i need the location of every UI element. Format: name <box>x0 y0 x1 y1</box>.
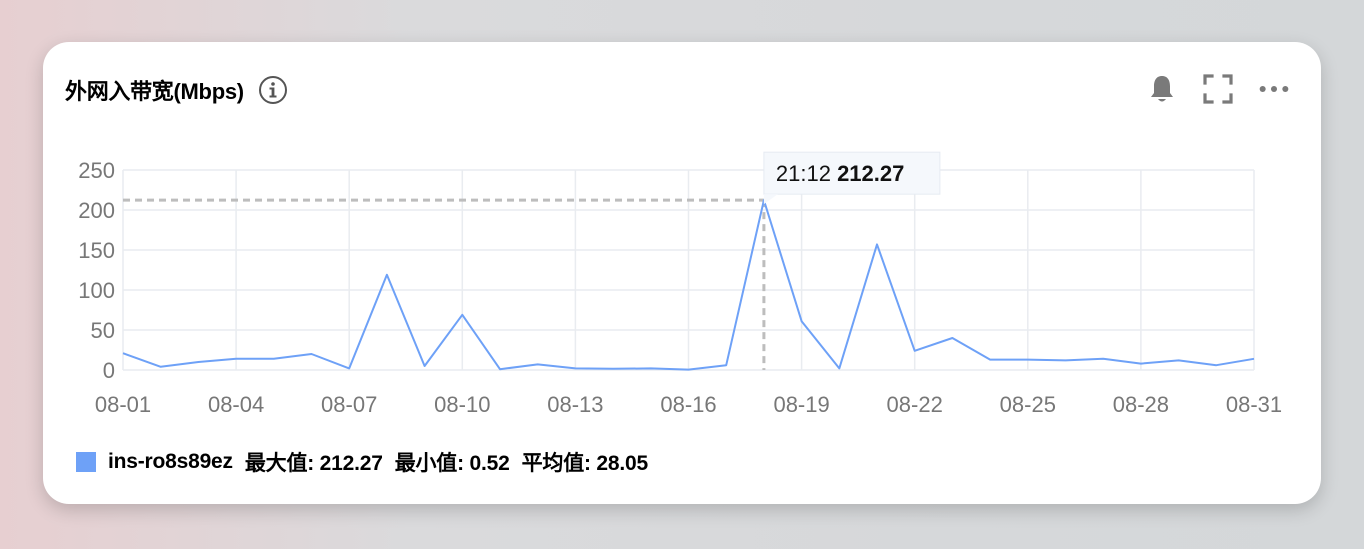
data-point[interactable] <box>1138 361 1143 366</box>
data-point[interactable] <box>535 362 540 367</box>
y-tick-label: 100 <box>78 278 115 303</box>
data-point[interactable] <box>1101 356 1106 361</box>
data-point[interactable] <box>121 351 126 356</box>
data-point[interactable] <box>309 352 314 357</box>
x-tick-label: 08-22 <box>887 392 943 417</box>
data-point[interactable] <box>1214 363 1219 368</box>
legend-swatch[interactable] <box>76 452 96 472</box>
x-tick-label: 08-07 <box>321 392 377 417</box>
data-point[interactable] <box>573 366 578 371</box>
data-point[interactable] <box>799 319 804 324</box>
data-point[interactable] <box>988 357 993 362</box>
x-tick-label: 08-01 <box>95 392 151 417</box>
data-point[interactable] <box>422 364 427 369</box>
y-tick-label: 200 <box>78 198 115 223</box>
data-point[interactable] <box>724 363 729 368</box>
data-point[interactable] <box>686 367 691 372</box>
legend-max: 最大值: 212.27 <box>244 452 383 475</box>
legend-min: 最小值: 0.52 <box>394 452 510 475</box>
x-tick-label: 08-19 <box>773 392 829 417</box>
x-tick-label: 08-25 <box>1000 392 1056 417</box>
tooltip-value: 212.27 <box>837 161 904 186</box>
data-point[interactable] <box>950 336 955 341</box>
x-tick-label: 08-28 <box>1113 392 1169 417</box>
data-point[interactable] <box>837 366 842 371</box>
y-tick-label: 250 <box>78 158 115 183</box>
legend: ins-ro8s89ez 最大值: 212.27 最小值: 0.52 平均值: … <box>76 447 648 477</box>
legend-series-name[interactable]: ins-ro8s89ez <box>108 450 233 474</box>
data-point[interactable] <box>1176 358 1181 363</box>
data-point[interactable] <box>1252 356 1257 361</box>
y-tick-label: 50 <box>91 318 115 343</box>
x-tick-label: 08-31 <box>1226 392 1282 417</box>
tooltip-pointer <box>763 194 778 205</box>
data-point[interactable] <box>347 366 352 371</box>
y-tick-label: 0 <box>103 358 115 383</box>
data-point[interactable] <box>912 348 917 353</box>
y-tick-label: 150 <box>78 238 115 263</box>
tooltip-time: 21:12 <box>776 161 837 186</box>
x-tick-label: 08-13 <box>547 392 603 417</box>
data-point[interactable] <box>611 366 616 371</box>
data-point[interactable] <box>460 312 465 317</box>
x-tick-label: 08-04 <box>208 392 264 417</box>
chart-card: 外网入带宽(Mbps) 0 50 100 150 200 250 08-01 0… <box>43 42 1321 504</box>
data-point[interactable] <box>875 242 880 247</box>
tooltip-text: 21:12 212.27 <box>776 161 904 186</box>
data-point[interactable] <box>1063 358 1068 363</box>
data-point[interactable] <box>648 366 653 371</box>
data-point[interactable] <box>234 356 239 361</box>
x-tick-label: 08-16 <box>660 392 716 417</box>
data-point[interactable] <box>1025 357 1030 362</box>
tooltip: 21:12 212.27 <box>763 151 941 205</box>
data-point[interactable] <box>271 356 276 361</box>
data-point[interactable] <box>384 272 389 277</box>
data-point[interactable] <box>196 360 201 365</box>
legend-avg: 平均值: 28.05 <box>521 452 649 475</box>
data-point[interactable] <box>158 364 163 369</box>
line-chart[interactable]: 0 50 100 150 200 250 08-01 08-04 08-07 08-10 08-13… <box>43 42 1321 442</box>
x-tick-label: 08-10 <box>434 392 490 417</box>
data-point[interactable] <box>498 367 503 372</box>
